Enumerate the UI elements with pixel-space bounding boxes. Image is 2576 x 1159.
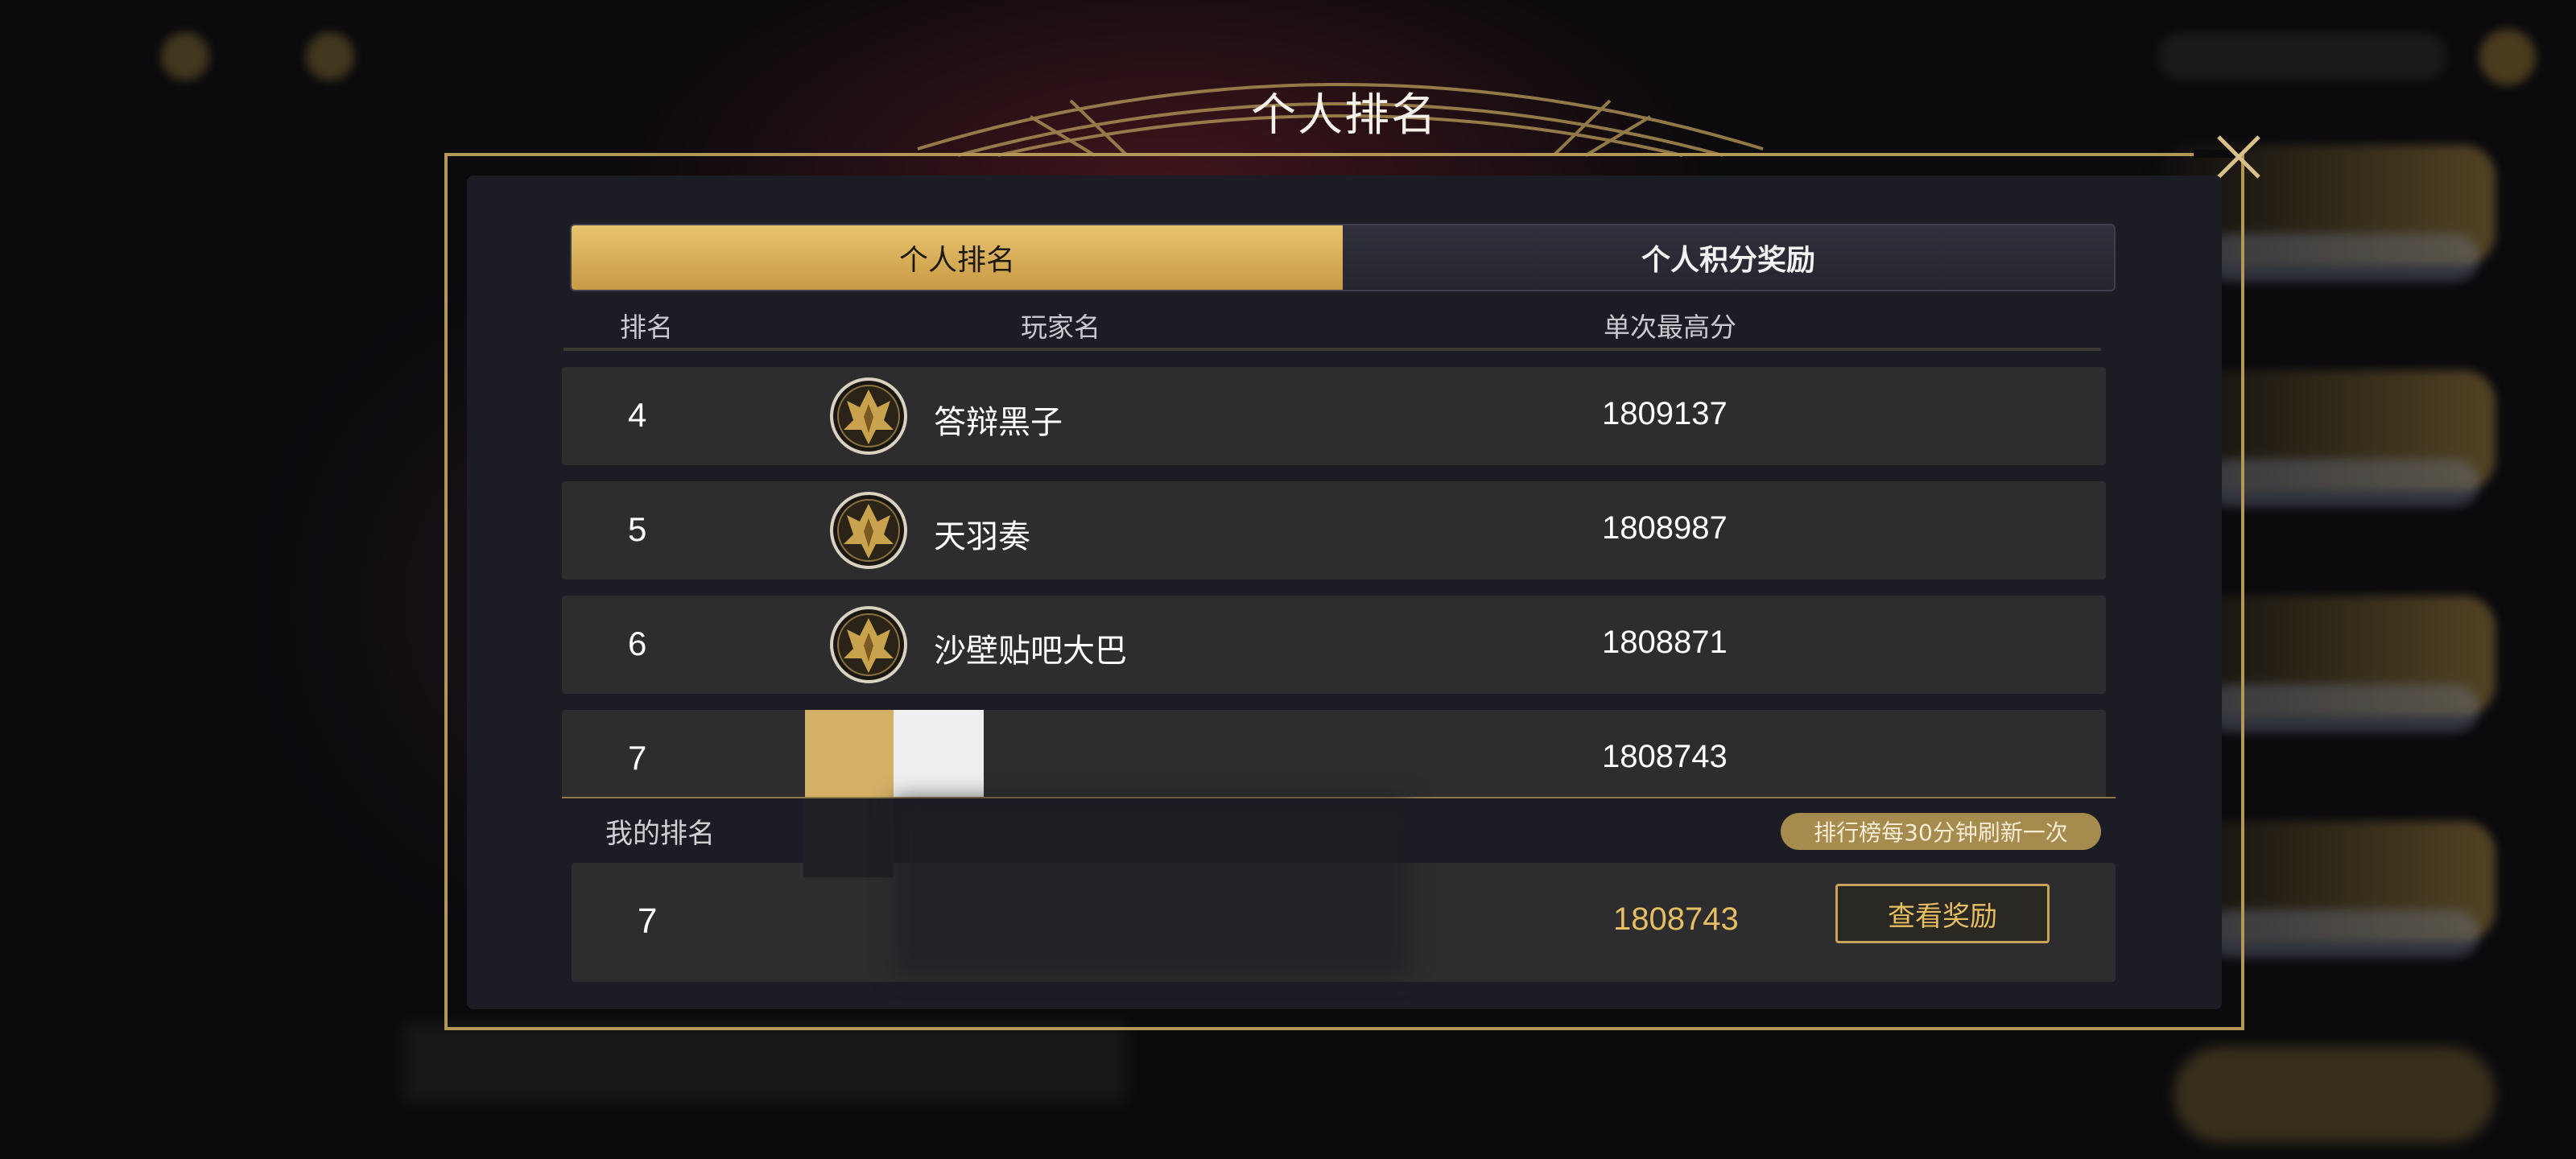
row-rank: 4	[628, 396, 647, 434]
gold-crest-avatar-icon	[830, 492, 907, 569]
tab-bar: 个人排名 个人积分奖励	[570, 224, 2116, 291]
modal-title: 个人排名	[1251, 89, 1438, 142]
row-rank: 6	[628, 625, 647, 662]
censor-overlay	[803, 798, 894, 877]
row-player-name: 答辩黑子	[934, 404, 1063, 441]
table-row[interactable]: 6 沙壁贴吧大巴 1808871	[562, 596, 2106, 694]
row-score: 1808987	[1602, 510, 1728, 546]
ranking-list[interactable]: 4 答辩黑子 1809137 5 天羽奏 1808987 6 沙壁贴吧大巴 18…	[562, 367, 2106, 798]
refresh-note-badge: 排行榜每30分钟刷新一次	[1781, 813, 2101, 850]
blurred-status-pill	[2157, 32, 2447, 80]
gold-crest-avatar-icon	[830, 606, 907, 683]
table-row[interactable]: 5 天羽奏 1808987	[562, 481, 2106, 580]
my-rank: 7	[638, 901, 658, 941]
close-icon[interactable]	[2212, 130, 2265, 184]
header-score: 单次最高分	[1604, 311, 1736, 343]
my-ranking-label: 我的排名	[605, 818, 715, 850]
blurred-text	[402, 1022, 1127, 1103]
censor-blur	[894, 798, 1409, 975]
row-score: 1808871	[1602, 625, 1728, 660]
header-player: 玩家名	[1021, 311, 1100, 343]
row-player-name: 天羽奏	[934, 518, 1030, 555]
censored-avatar-block	[805, 710, 894, 798]
row-rank: 5	[628, 510, 647, 548]
my-score: 1808743	[1613, 901, 1739, 937]
censored-name-block	[894, 710, 984, 798]
table-row[interactable]: 7 1808743	[562, 710, 2106, 798]
table-header: 排名 玩家名 单次最高分	[564, 298, 2101, 351]
gold-crest-avatar-icon	[830, 377, 907, 455]
view-reward-button[interactable]: 查看奖励	[1835, 884, 2050, 943]
blurred-icon	[161, 32, 209, 80]
tab-personal-ranking[interactable]: 个人排名	[572, 225, 1343, 290]
header-rank: 排名	[620, 311, 673, 343]
row-player-name: 沙壁贴吧大巴	[934, 633, 1127, 670]
blurred-icon	[2479, 29, 2536, 85]
row-score: 1809137	[1602, 396, 1728, 431]
blurred-button	[2174, 1046, 2496, 1143]
row-rank: 7	[628, 739, 647, 777]
table-row[interactable]: 4 答辩黑子 1809137	[562, 367, 2106, 465]
blurred-icon	[306, 32, 354, 80]
tab-personal-points-reward[interactable]: 个人积分奖励	[1343, 225, 2114, 290]
row-score: 1808743	[1602, 739, 1728, 774]
